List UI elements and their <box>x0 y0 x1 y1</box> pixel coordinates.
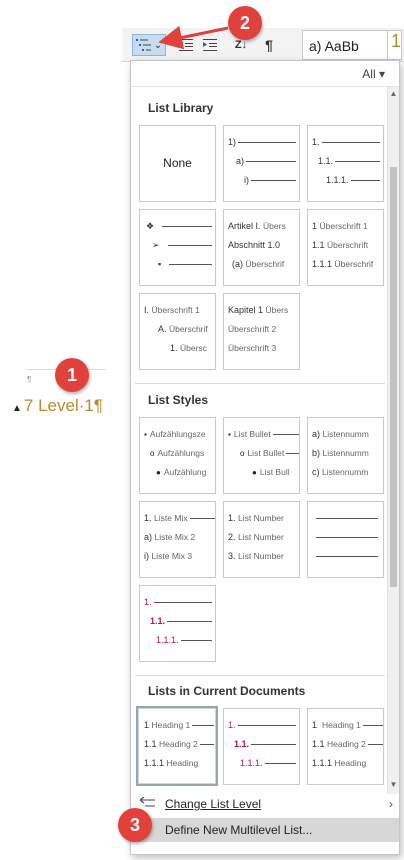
callout-arrow <box>158 25 229 50</box>
word-window: ⌄ Z↓ ¶ a) AaBb 1 ¶ ▲ 7 Level·1¶ All ▾ Li… <box>0 0 404 860</box>
callout-badge-2: 2 <box>228 6 262 40</box>
callout-badge-3: 3 <box>118 808 152 842</box>
callout-badge-1: 1 <box>55 358 89 392</box>
